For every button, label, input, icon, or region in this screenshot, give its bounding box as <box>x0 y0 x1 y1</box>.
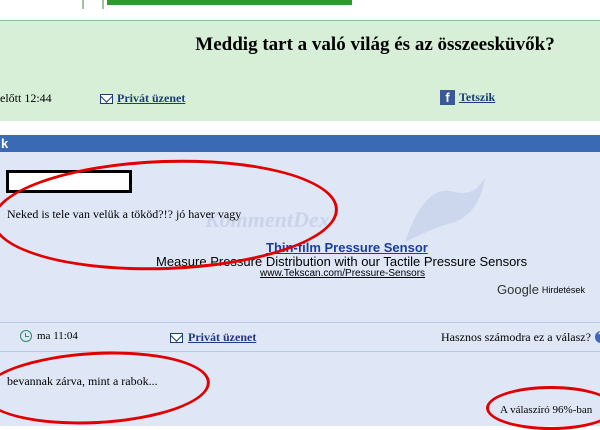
useful-question: Hasznos számodra ez a válasz? <box>441 330 591 344</box>
top-green-bar <box>107 0 352 5</box>
spacer <box>0 121 600 135</box>
help-icon[interactable]: ? <box>595 331 600 343</box>
google-ads-label[interactable]: Google Hirdetések <box>497 282 585 297</box>
facebook-like-button[interactable]: f Tetszik <box>440 90 495 105</box>
answer-1-footer: ma 11:04 Privát üzenet Hasznos számodra … <box>0 322 600 352</box>
private-message-label[interactable]: Privát üzenet <box>117 91 185 106</box>
ad-description: Measure Pressure Distribution with our T… <box>156 254 528 269</box>
answer-1-time: ma 11:04 <box>20 330 78 342</box>
divider <box>102 0 104 9</box>
private-message-label[interactable]: Privát üzenet <box>188 330 256 345</box>
ad-url-link[interactable]: www.Tekscan.com/Pressure-Sensors <box>260 268 425 279</box>
ad-title-link[interactable]: Thin-film Pressure Sensor <box>266 240 428 255</box>
divider <box>82 0 84 9</box>
question-title: Meddig tart a való világ és az összeeskü… <box>195 34 555 55</box>
answer-2: bevannak zárva, mint a rabok... A válasz… <box>0 352 600 426</box>
question-time: előtt 12:44 <box>0 91 52 105</box>
answer-2-text: bevannak zárva, mint a rabok... <box>7 374 158 388</box>
question-private-message-link[interactable]: Privát üzenet <box>100 91 185 106</box>
like-label[interactable]: Tetszik <box>459 90 495 105</box>
answers-header: k <box>0 135 600 152</box>
envelope-icon <box>100 93 113 104</box>
answer-1-private-message-link[interactable]: Privát üzenet <box>170 330 256 345</box>
facebook-icon: f <box>440 90 455 105</box>
envelope-icon <box>170 332 183 343</box>
redacted-username <box>6 170 132 193</box>
top-strip <box>0 0 600 20</box>
google-logo: Google <box>497 282 539 297</box>
time-label: ma 11:04 <box>37 330 78 342</box>
question-block: Meddig tart a való világ és az összeeskü… <box>0 20 600 123</box>
clock-icon <box>20 330 32 342</box>
answer-1-text: Neked is tele van velük a tököd?!? jó ha… <box>7 207 242 221</box>
answer-1: KommentDex Neked is tele van velük a tök… <box>0 152 600 322</box>
respondent-percent: A válaszíró 96%-ban <box>500 404 593 416</box>
ads-label: Hirdetések <box>541 284 585 295</box>
